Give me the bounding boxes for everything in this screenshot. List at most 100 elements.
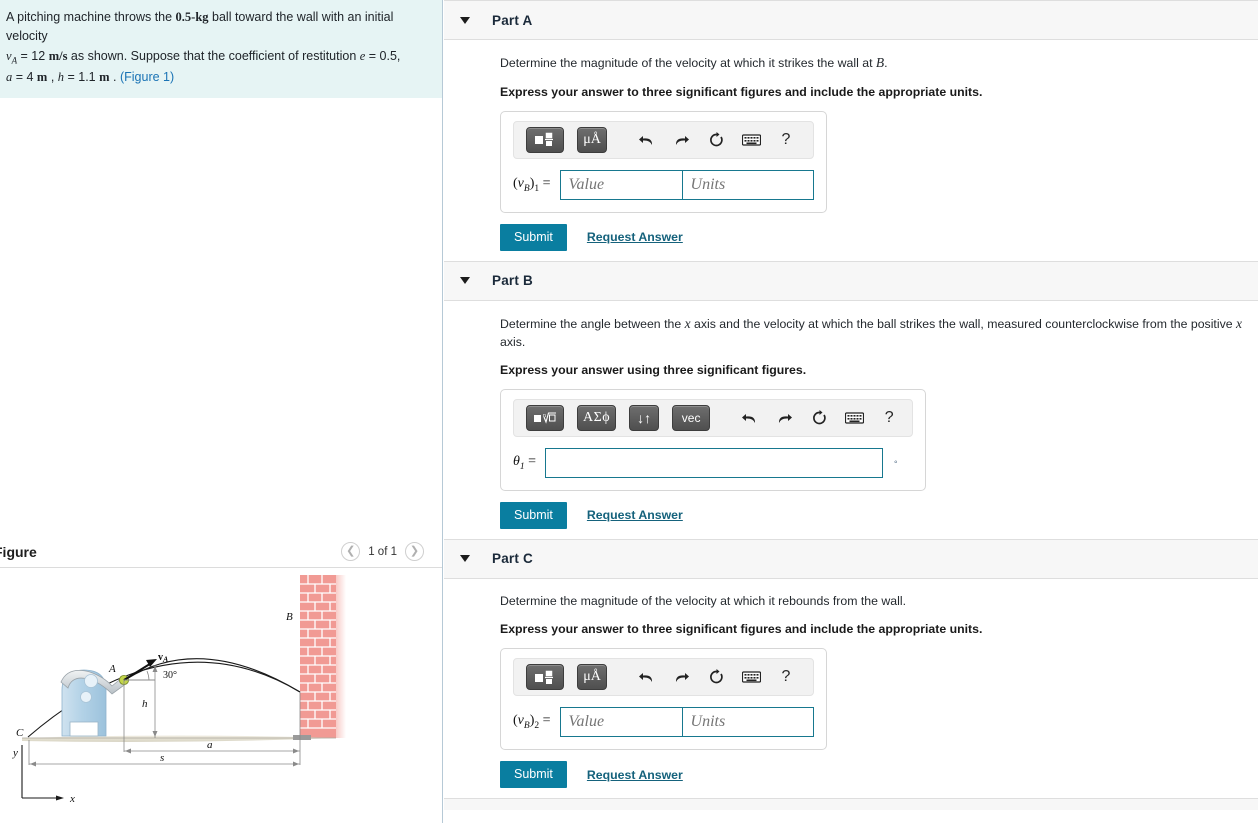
part-a-body: Determine the magnitude of the velocity … xyxy=(444,40,1258,261)
right-panel: Part A Determine the magnitude of the ve… xyxy=(444,0,1258,823)
part-a-input-row: (vB)1 = xyxy=(513,169,814,200)
part-b-label-theta: θ xyxy=(513,454,520,470)
template-button[interactable] xyxy=(526,126,564,153)
part-c-toolbar: μÅ ? xyxy=(513,658,814,697)
part-c-label-eq: = xyxy=(539,713,551,729)
label-angle: 30° xyxy=(163,670,177,681)
template-button[interactable] xyxy=(526,664,564,691)
label-x: x xyxy=(69,793,75,805)
part-c-submit-button[interactable]: Submit xyxy=(500,761,567,789)
label-a: a xyxy=(207,739,213,751)
ground-surface xyxy=(22,735,336,742)
next-part-header-stub[interactable] xyxy=(444,798,1258,811)
units-button[interactable]: μÅ xyxy=(577,126,607,153)
part-a-units-input[interactable] xyxy=(681,169,814,200)
left-panel: A pitching machine throws the 0.5-kg bal… xyxy=(0,0,443,823)
caret-down-icon[interactable] xyxy=(460,16,470,24)
part-a-toolbar: μÅ ? xyxy=(513,120,814,159)
part-a-value-input[interactable] xyxy=(559,169,682,200)
part-a-submit-button[interactable]: Submit xyxy=(500,223,567,251)
part-c-units-input[interactable] xyxy=(681,707,814,738)
label-B: B xyxy=(286,611,293,623)
reset-circular-arrow-icon[interactable] xyxy=(705,669,727,685)
machine-base-panel xyxy=(69,721,99,737)
template-radical-button[interactable]: n xyxy=(526,404,564,431)
part-b-title: Part B xyxy=(492,273,533,289)
part-c-body: Determine the magnitude of the velocity … xyxy=(444,579,1258,798)
angle-arc xyxy=(146,670,150,681)
part-a-title: Part A xyxy=(492,12,533,28)
arrows-button[interactable]: ↓↑ xyxy=(629,404,660,431)
template-icon xyxy=(535,670,553,684)
chevron-left-icon[interactable]: ❮ xyxy=(341,542,361,561)
part-c-variable-label: (vB)2 = xyxy=(513,713,551,731)
machine-wheel-upper xyxy=(84,674,98,688)
part-a-block: Part A Determine the magnitude of the ve… xyxy=(444,0,1258,261)
part-c-header[interactable]: Part C xyxy=(444,538,1258,579)
part-b-header[interactable]: Part B xyxy=(444,260,1258,301)
part-a-question: Determine the magnitude of the velocity … xyxy=(500,54,1258,73)
units-button-label: μÅ xyxy=(583,669,601,685)
part-a-request-answer-link[interactable]: Request Answer xyxy=(587,230,683,244)
figure-image[interactable]: A B C vA 30° h a s y x xyxy=(0,570,442,823)
help-question-icon[interactable]: ? xyxy=(775,668,797,686)
problem-h-value: = 1.1 xyxy=(64,70,100,85)
problem-v-units: m/s xyxy=(48,48,68,63)
part-b-request-answer-link[interactable]: Request Answer xyxy=(587,508,683,522)
part-a-question-tail: . xyxy=(884,56,888,70)
part-b-body: Determine the angle between the x axis a… xyxy=(444,301,1258,539)
label-s: s xyxy=(160,752,164,764)
label-C: C xyxy=(16,727,24,739)
part-b-toolbar: n ΑΣϕ ↓↑ vec ? xyxy=(513,398,914,437)
undo-arrow-icon[interactable] xyxy=(635,670,657,684)
figure-navigation: ❮ 1 of 1 ❯ xyxy=(341,542,424,561)
part-b-question-var2: x xyxy=(1236,315,1242,331)
redo-arrow-icon[interactable] xyxy=(773,411,795,425)
vector-button[interactable]: vec xyxy=(672,404,711,431)
problem-a-units: m xyxy=(36,70,48,85)
label-vA: vA xyxy=(158,652,169,664)
problem-sep2: . xyxy=(109,70,120,85)
undo-arrow-icon[interactable] xyxy=(635,133,657,147)
problem-page: A pitching machine throws the 0.5-kg bal… xyxy=(0,0,1258,823)
keyboard-icon[interactable] xyxy=(740,134,762,146)
help-question-icon[interactable]: ? xyxy=(775,131,797,149)
reset-circular-arrow-icon[interactable] xyxy=(705,131,727,148)
redo-arrow-icon[interactable] xyxy=(670,670,692,684)
reset-circular-arrow-icon[interactable] xyxy=(808,409,830,426)
part-a-instruction: Express your answer to three significant… xyxy=(500,84,983,99)
help-question-icon[interactable]: ? xyxy=(878,409,900,427)
part-c-input-row: (vB)2 = xyxy=(513,707,814,738)
keyboard-icon[interactable] xyxy=(740,671,762,683)
part-b-question: Determine the angle between the x axis a… xyxy=(500,315,1258,351)
part-c-block: Part C Determine the magnitude of the ve… xyxy=(444,538,1258,798)
label-h: h xyxy=(142,698,148,710)
part-b-submit-button[interactable]: Submit xyxy=(500,501,567,529)
part-b-angle-input[interactable] xyxy=(545,447,884,478)
problem-e-value: = 0.5, xyxy=(365,48,401,63)
part-b-question-mid: axis and the velocity at which the ball … xyxy=(690,316,1236,331)
figure-counter: 1 of 1 xyxy=(368,545,397,558)
greek-symbols-button[interactable]: ΑΣϕ xyxy=(577,404,617,431)
part-c-value-input[interactable] xyxy=(559,707,682,738)
caret-down-icon[interactable] xyxy=(460,555,470,563)
problem-v-equals: = 12 xyxy=(17,48,49,63)
machine-wheel-lower xyxy=(80,691,92,703)
keyboard-icon[interactable] xyxy=(843,412,865,424)
part-c-request-answer-link[interactable]: Request Answer xyxy=(587,768,683,782)
part-b-input-row: θ1 = ◦ xyxy=(513,447,913,478)
part-a-header[interactable]: Part A xyxy=(444,0,1258,40)
vector-button-label: vec xyxy=(681,410,701,425)
caret-down-icon[interactable] xyxy=(460,277,470,285)
physics-diagram-svg: A B C vA 30° h a s y x xyxy=(12,575,346,805)
part-b-label-eq: = xyxy=(524,454,537,470)
wall-base xyxy=(293,735,311,740)
chevron-right-icon[interactable]: ❯ xyxy=(405,542,424,561)
figure-title: Figure xyxy=(0,543,37,560)
problem-sep1: , xyxy=(47,70,58,85)
figure-1-link[interactable]: (Figure 1) xyxy=(120,70,174,84)
redo-arrow-icon[interactable] xyxy=(670,133,692,147)
undo-arrow-icon[interactable] xyxy=(738,411,760,425)
units-button[interactable]: μÅ xyxy=(577,664,607,691)
part-a-label-eq: = xyxy=(539,175,551,191)
